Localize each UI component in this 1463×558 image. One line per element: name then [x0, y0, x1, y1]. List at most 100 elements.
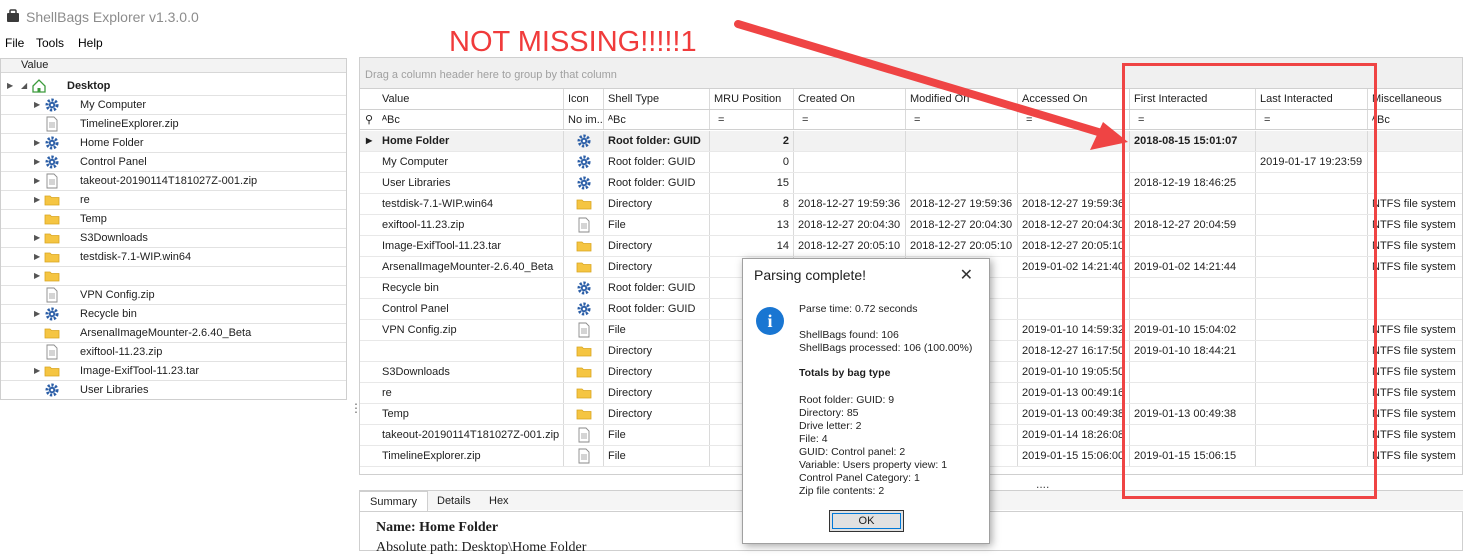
cell-misc: NTFS file system [1368, 236, 1462, 256]
cell-value: Home Folder [378, 131, 564, 151]
column-header-misc[interactable]: Miscellaneous [1368, 89, 1462, 109]
cell-misc: NTFS file system [1368, 362, 1462, 382]
cell-shell: File [604, 446, 710, 466]
tree-item[interactable]: TimelineExplorer.zip [1, 115, 346, 134]
filter-cell-created[interactable]: = [794, 110, 906, 129]
cell-created [794, 152, 906, 172]
expand-arrow-icon[interactable]: ▶ [34, 138, 42, 148]
tree-root-desktop[interactable]: ▶ ◢ Desktop [1, 77, 346, 96]
tree-item-label: re [80, 194, 90, 206]
cell-accessed: 2019-01-10 19:05:50 [1018, 362, 1130, 382]
tree-item[interactable]: ArsenalImageMounter-2.6.40_Beta [1, 324, 346, 343]
cell-value [378, 341, 564, 361]
cell-shell: Root folder: GUID [604, 278, 710, 298]
tree-item[interactable]: Temp [1, 210, 346, 229]
menu-tools[interactable]: Tools [36, 36, 64, 50]
gear-icon [564, 299, 604, 319]
tree-item[interactable]: ▶ re [1, 191, 346, 210]
tree-item[interactable]: ▶ takeout-20190114T181027Z-001.zip [1, 172, 346, 191]
column-header-icon[interactable]: Icon [564, 89, 604, 109]
column-header-modified[interactable]: Modified On [906, 89, 1018, 109]
expand-arrow-icon[interactable]: ▶ [34, 252, 42, 262]
expand-arrow-icon[interactable]: ▶ [34, 271, 42, 281]
cell-created: 2018-12-27 20:05:10 [794, 236, 906, 256]
tree-column-header[interactable]: Value [1, 59, 346, 73]
gear-icon [564, 152, 604, 172]
expand-arrow-icon[interactable]: ▶ [7, 81, 15, 91]
ok-button[interactable]: OK [829, 510, 904, 532]
tree-item-label: takeout-20190114T181027Z-001.zip [80, 175, 258, 187]
cell-shell: File [604, 425, 710, 445]
gear-icon [564, 173, 604, 193]
cell-value: ArsenalImageMounter-2.6.40_Beta [378, 257, 564, 277]
menu-help[interactable]: Help [78, 36, 103, 50]
folder-icon [44, 363, 60, 379]
cell-modified [906, 152, 1018, 172]
tree-item[interactable]: ▶ [1, 267, 346, 286]
tree-item[interactable]: ▶ testdisk-7.1-WIP.win64 [1, 248, 346, 267]
tree-item-label: Home Folder [80, 137, 144, 149]
expand-arrow-icon[interactable]: ▶ [34, 366, 42, 376]
row-indicator-icon: ▶ [366, 136, 373, 145]
cell-mru: 13 [710, 215, 794, 235]
dialog-line: Drive letter: 2 [799, 420, 862, 432]
filter-cell-shell[interactable]: ᴬB͏c [604, 110, 710, 129]
column-header-created[interactable]: Created On [794, 89, 906, 109]
tree-item[interactable]: VPN Config.zip [1, 286, 346, 305]
tree-item[interactable]: ▶ Home Folder [1, 134, 346, 153]
gear-icon [44, 306, 60, 322]
expand-arrow-icon[interactable]: ▶ [34, 195, 42, 205]
column-header-shell[interactable]: Shell Type [604, 89, 710, 109]
tree-item[interactable]: User Libraries [1, 381, 346, 399]
cell-shell: Root folder: GUID [604, 173, 710, 193]
filter-cell-accessed[interactable]: = [1018, 110, 1130, 129]
file-icon [44, 287, 60, 303]
filter-cell-modified[interactable]: = [906, 110, 1018, 129]
menu-file[interactable]: File [5, 36, 24, 50]
close-icon[interactable]: ✕ [960, 265, 973, 285]
folder-tree[interactable]: Value ▶ ◢ Desktop ▶ My Computer TimelineExplo… [0, 58, 347, 400]
cell-mru: 0 [710, 152, 794, 172]
filter-cell-misc[interactable]: ᴬB͏c [1368, 110, 1462, 129]
tree-item[interactable]: ▶ Recycle bin [1, 305, 346, 324]
dialog-title: Parsing complete! [754, 267, 867, 283]
cell-modified [906, 131, 1018, 151]
status-dots: .... [1036, 477, 1050, 491]
cell-misc [1368, 278, 1462, 298]
expand-arrow-icon[interactable]: ▶ [34, 233, 42, 243]
annotation-highlight-box [1122, 63, 1377, 499]
filter-cell-icon[interactable]: No im... [564, 110, 604, 129]
cell-accessed: 2019-01-15 15:06:00 [1018, 446, 1130, 466]
tree-item[interactable]: ▶ S3Downloads [1, 229, 346, 248]
gear-icon [44, 97, 60, 113]
cell-shell: File [604, 320, 710, 340]
file-icon [564, 446, 604, 466]
parsing-complete-dialog: Parsing complete! ✕ i Parse time: 0.72 s… [742, 258, 990, 544]
gear-icon [44, 135, 60, 151]
tab-details[interactable]: Details [427, 491, 481, 512]
cell-mru: 8 [710, 194, 794, 214]
tree-item[interactable]: exiftool-11.23.zip [1, 343, 346, 362]
filter-cell-mru[interactable]: = [710, 110, 794, 129]
collapse-arrow-icon[interactable]: ◢ [21, 81, 29, 91]
tab-hex[interactable]: Hex [479, 491, 519, 512]
tree-item[interactable]: ▶ Image-ExifTool-11.23.tar [1, 362, 346, 381]
expand-arrow-icon[interactable]: ▶ [34, 309, 42, 319]
tree-item[interactable]: ▶ My Computer [1, 96, 346, 115]
expand-arrow-icon[interactable]: ▶ [34, 176, 42, 186]
cell-shell: Directory [604, 236, 710, 256]
tree-item[interactable]: ▶ Control Panel [1, 153, 346, 172]
tree-item-label: testdisk-7.1-WIP.win64 [80, 251, 192, 263]
cell-misc: NTFS file system [1368, 446, 1462, 466]
column-header-mru[interactable]: MRU Position [710, 89, 794, 109]
expand-arrow-icon[interactable]: ▶ [34, 100, 42, 110]
gear-icon [564, 131, 604, 151]
panel-splitter[interactable]: ⋮ [350, 402, 362, 427]
cell-shell: Directory [604, 404, 710, 424]
column-header-value[interactable]: Value [378, 89, 564, 109]
column-header-accessed[interactable]: Accessed On [1018, 89, 1130, 109]
tab-summary[interactable]: Summary [359, 491, 429, 512]
file-icon [564, 320, 604, 340]
filter-cell-value[interactable]: ᴬB͏c [378, 110, 564, 129]
expand-arrow-icon[interactable]: ▶ [34, 157, 42, 167]
